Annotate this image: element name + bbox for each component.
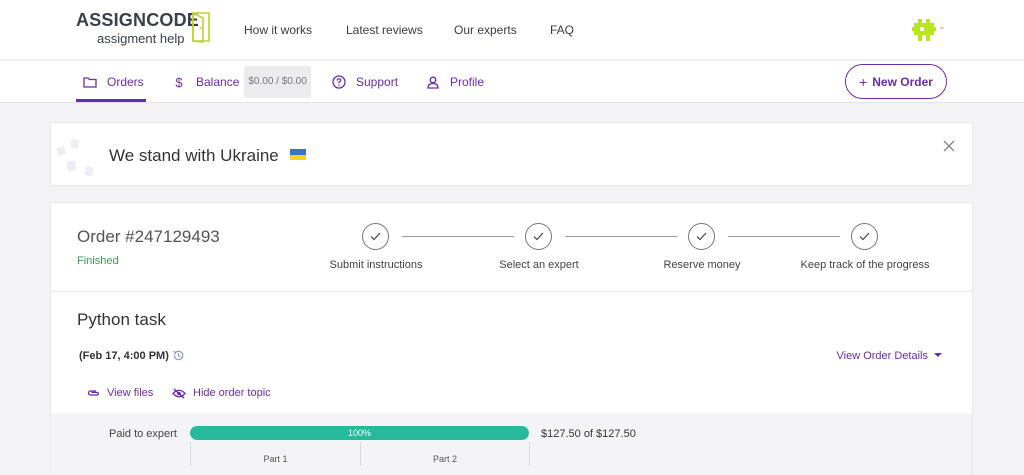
nav-faq[interactable]: FAQ	[550, 23, 574, 37]
pixel-avatar-icon[interactable]	[912, 19, 936, 41]
tab-balance[interactable]: $ Balance $0.00 / $0.00	[171, 61, 311, 103]
ukraine-flag-icon	[289, 149, 306, 160]
eye-slash-icon	[172, 387, 186, 399]
tab-orders[interactable]: Orders	[82, 61, 144, 103]
part-1-cell: Part 1	[190, 442, 360, 466]
hide-order-topic-label: Hide order topic	[193, 387, 271, 399]
tab-orders-label: Orders	[107, 75, 144, 89]
banner-title: We stand with Ukraine	[109, 146, 306, 166]
order-deadline: (Feb 17, 4:00 PM)	[79, 350, 169, 362]
hide-order-topic-link[interactable]: Hide order topic	[172, 387, 271, 399]
new-order-button[interactable]: + New Order	[845, 64, 947, 99]
payment-progress-bar: 100%	[190, 426, 529, 440]
folder-icon	[82, 74, 98, 90]
view-order-details-label: View Order Details	[836, 350, 929, 362]
new-order-label: New Order	[872, 74, 933, 89]
nav-how-it-works[interactable]: How it works	[244, 23, 312, 37]
part-divider	[529, 442, 530, 466]
part-2-cell: Part 2	[360, 442, 529, 466]
plus-icon: +	[859, 73, 868, 90]
step-connector	[565, 236, 677, 237]
nav-our-experts[interactable]: Our experts	[454, 23, 517, 37]
tab-support[interactable]: Support	[331, 61, 398, 103]
tab-balance-label: Balance	[196, 75, 240, 89]
account-tabs: Orders $ Balance $0.00 / $0.00 Support P…	[0, 61, 1024, 103]
tab-support-label: Support	[356, 75, 399, 89]
view-files-label: View files	[107, 387, 154, 399]
banner-title-text: We stand with Ukraine	[109, 146, 279, 165]
step-1-check-icon	[362, 223, 389, 250]
door-logo-icon	[192, 11, 210, 43]
payment-progress-text: 100%	[347, 428, 372, 438]
paperclip-icon	[87, 390, 99, 396]
view-order-details-link[interactable]: View Order Details	[836, 350, 942, 362]
nav-latest-reviews[interactable]: Latest reviews	[346, 23, 423, 37]
part-2-label: Part 2	[432, 454, 457, 464]
top-header: ASSIGNCODE assigment help How it works L…	[0, 0, 1024, 60]
step-connector	[402, 236, 514, 237]
order-status: Finished	[77, 255, 119, 267]
view-files-link[interactable]: View files	[87, 387, 153, 399]
close-icon[interactable]	[942, 139, 956, 153]
paid-to-expert-label: Paid to expert	[109, 428, 177, 440]
step-connector	[728, 236, 840, 237]
step-4-label: Keep track of the progress	[800, 259, 930, 271]
step-3-label: Reserve money	[663, 259, 741, 271]
decorative-shapes	[56, 138, 94, 177]
step-4-check-icon	[851, 223, 878, 250]
user-icon	[425, 74, 441, 90]
tab-profile[interactable]: Profile	[425, 61, 484, 103]
logo-tagline: assigment help	[97, 31, 185, 46]
order-header: Order #247129493 Finished Submit instruc…	[51, 203, 972, 292]
account-menu-indicator[interactable]: -	[940, 22, 944, 34]
caret-down-icon	[934, 353, 942, 357]
step-2-label: Select an expert	[499, 259, 579, 271]
step-2-check-icon	[525, 223, 552, 250]
logo-wordmark: ASSIGNCODE	[76, 10, 200, 30]
dollar-icon: $	[175, 74, 183, 90]
history-icon[interactable]	[172, 349, 185, 362]
order-title: Python task	[77, 310, 166, 329]
balance-value: $0.00 / $0.00	[244, 66, 311, 98]
part-1-label: Part 1	[263, 454, 288, 464]
paid-amount: $127.50 of $127.50	[541, 428, 636, 440]
ukraine-banner: We stand with Ukraine	[50, 122, 973, 186]
question-circle-icon	[331, 74, 347, 90]
tab-profile-label: Profile	[450, 75, 485, 89]
step-3-check-icon	[688, 223, 715, 250]
step-1-label: Submit instructions	[329, 259, 423, 271]
site-logo[interactable]: ASSIGNCODE assigment help	[76, 10, 216, 50]
order-card: Order #247129493 Finished Submit instruc…	[50, 202, 973, 475]
payment-section: Paid to expert 100% $127.50 of $127.50 P…	[51, 413, 972, 475]
active-tab-indicator	[76, 99, 146, 102]
order-number: Order #247129493	[77, 227, 220, 246]
